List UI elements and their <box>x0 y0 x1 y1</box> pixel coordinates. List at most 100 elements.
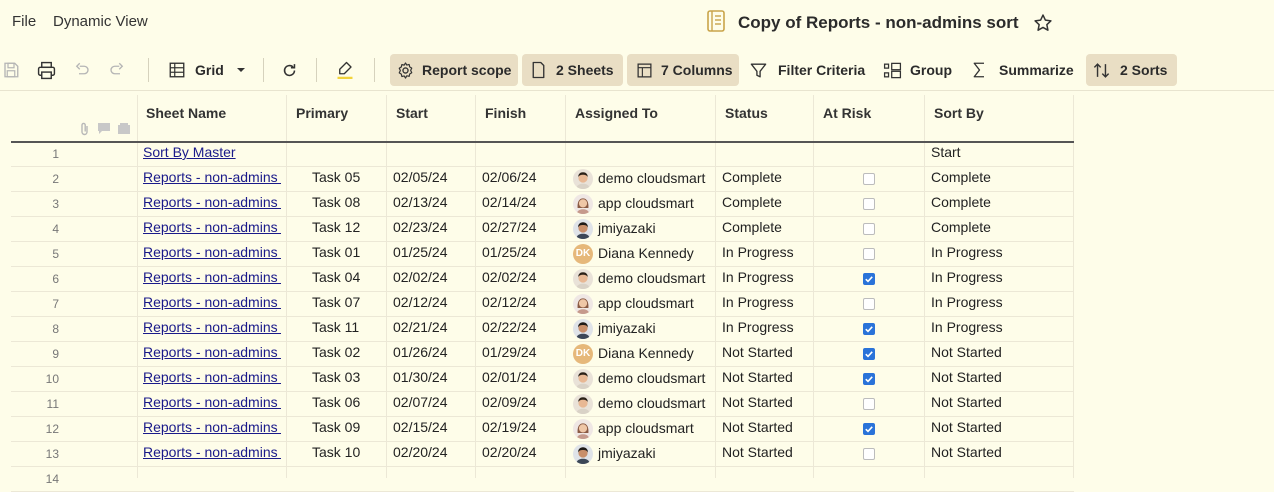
start-date-cell[interactable]: 02/15/24 <box>393 416 473 441</box>
sort-by-cell[interactable]: Not Started <box>931 391 1071 416</box>
finish-date-cell[interactable]: 02/02/24 <box>482 266 562 291</box>
sheet-name-link[interactable]: Reports - non-admins s <box>143 266 281 291</box>
start-date-cell[interactable]: 02/02/24 <box>393 266 473 291</box>
finish-date-cell[interactable]: 02/27/24 <box>482 216 562 241</box>
save-button[interactable] <box>2 54 22 86</box>
assigned-to-cell[interactable]: DK Diana Kennedy <box>573 341 723 366</box>
row-number[interactable]: 1 <box>11 141 59 166</box>
assigned-to-cell[interactable] <box>573 141 723 166</box>
start-date-cell[interactable]: 02/12/24 <box>393 291 473 316</box>
assigned-to-cell[interactable]: demo cloudsmart <box>573 391 723 416</box>
sorts-button[interactable]: 2 Sorts <box>1086 54 1177 86</box>
row-number[interactable]: 10 <box>11 366 59 391</box>
highlight-changes-button[interactable] <box>336 54 356 86</box>
sheet-name-link[interactable]: Reports - non-admins s <box>143 241 281 266</box>
favorite-star-icon[interactable] <box>1033 13 1053 33</box>
row-number[interactable]: 6 <box>11 266 59 291</box>
at-risk-cell[interactable] <box>861 191 877 216</box>
sort-by-cell[interactable]: Complete <box>931 166 1071 191</box>
header-status[interactable]: Status <box>725 105 768 121</box>
at-risk-cell[interactable] <box>861 316 877 341</box>
table-row[interactable]: 1 Sort By Master Start <box>11 141 1074 167</box>
at-risk-cell[interactable] <box>861 341 877 366</box>
finish-date-cell[interactable]: 02/01/24 <box>482 366 562 391</box>
primary-cell[interactable]: Task 04 <box>312 266 382 291</box>
assigned-to-cell[interactable]: jmiyazaki <box>573 316 723 341</box>
finish-date-cell[interactable] <box>482 466 562 491</box>
primary-cell[interactable]: Task 12 <box>312 216 382 241</box>
view-grid-dropdown[interactable]: Grid <box>168 54 248 86</box>
primary-cell[interactable] <box>312 466 382 491</box>
assigned-to-cell[interactable]: app cloudsmart <box>573 416 723 441</box>
at-risk-checkbox[interactable] <box>863 322 875 335</box>
redo-button[interactable] <box>108 54 128 86</box>
table-row[interactable]: 5 Reports - non-admins s Task 01 01/25/24 01… <box>11 241 1074 267</box>
primary-cell[interactable]: Task 06 <box>312 391 382 416</box>
row-number[interactable]: 7 <box>11 291 59 316</box>
refresh-button[interactable] <box>281 54 301 86</box>
header-sheet-name[interactable]: Sheet Name <box>146 105 226 121</box>
sort-by-cell[interactable]: Not Started <box>931 416 1071 441</box>
print-button[interactable] <box>37 54 57 86</box>
row-number[interactable]: 3 <box>11 191 59 216</box>
start-date-cell[interactable]: 02/05/24 <box>393 166 473 191</box>
row-number[interactable]: 8 <box>11 316 59 341</box>
group-button[interactable]: Group <box>883 54 953 86</box>
table-row[interactable]: 7 Reports - non-admins s Task 07 02/12/24 02… <box>11 291 1074 317</box>
start-date-cell[interactable] <box>393 141 473 166</box>
at-risk-checkbox[interactable] <box>863 197 875 210</box>
sheet-name-link[interactable] <box>143 466 281 491</box>
finish-date-cell[interactable]: 02/19/24 <box>482 416 562 441</box>
sheet-name-link[interactable]: Reports - non-admins s <box>143 341 281 366</box>
at-risk-checkbox[interactable] <box>863 247 875 260</box>
at-risk-cell[interactable] <box>861 291 877 316</box>
header-finish[interactable]: Finish <box>485 105 526 121</box>
table-row[interactable]: 10 Reports - non-admins s Task 03 01/30/24 0… <box>11 366 1074 392</box>
status-cell[interactable]: Not Started <box>722 416 817 441</box>
sort-by-cell[interactable]: In Progress <box>931 241 1071 266</box>
header-sort-by[interactable]: Sort By <box>934 105 984 121</box>
finish-date-cell[interactable]: 01/25/24 <box>482 241 562 266</box>
assigned-to-cell[interactable]: demo cloudsmart <box>573 366 723 391</box>
table-row[interactable]: 12 Reports - non-admins s Task 09 02/15/24 0… <box>11 416 1074 442</box>
sheet-name-link[interactable]: Reports - non-admins s <box>143 166 281 191</box>
sort-by-cell[interactable]: In Progress <box>931 266 1071 291</box>
summarize-button[interactable]: Summarize <box>971 54 1075 86</box>
assigned-to-cell[interactable] <box>573 466 723 491</box>
start-date-cell[interactable]: 01/26/24 <box>393 341 473 366</box>
status-cell[interactable]: Complete <box>722 191 817 216</box>
sort-by-cell[interactable]: Complete <box>931 216 1071 241</box>
assigned-to-cell[interactable]: app cloudsmart <box>573 191 723 216</box>
sheet-name-link[interactable]: Reports - non-admins s <box>143 366 281 391</box>
primary-cell[interactable]: Task 11 <box>312 316 382 341</box>
row-number[interactable]: 4 <box>11 216 59 241</box>
at-risk-cell[interactable] <box>861 241 877 266</box>
start-date-cell[interactable]: 02/23/24 <box>393 216 473 241</box>
finish-date-cell[interactable]: 02/12/24 <box>482 291 562 316</box>
finish-date-cell[interactable]: 02/09/24 <box>482 391 562 416</box>
table-row[interactable]: 2 Reports - non-admins s Task 05 02/05/24 02… <box>11 166 1074 192</box>
at-risk-cell[interactable] <box>861 441 877 466</box>
at-risk-cell[interactable] <box>861 266 877 291</box>
at-risk-checkbox[interactable] <box>863 272 875 285</box>
header-start[interactable]: Start <box>396 105 428 121</box>
sheet-name-link[interactable]: Reports - non-admins s <box>143 441 281 466</box>
table-row[interactable]: 3 Reports - non-admins s Task 08 02/13/24 02… <box>11 191 1074 217</box>
at-risk-cell[interactable] <box>861 166 877 191</box>
status-cell[interactable]: In Progress <box>722 316 817 341</box>
start-date-cell[interactable]: 02/21/24 <box>393 316 473 341</box>
header-assigned-to[interactable]: Assigned To <box>575 105 658 121</box>
table-row[interactable]: 11 Reports - non-admins s Task 06 02/07/24 0… <box>11 391 1074 417</box>
start-date-cell[interactable]: 02/07/24 <box>393 391 473 416</box>
header-at-risk[interactable]: At Risk <box>823 105 871 121</box>
finish-date-cell[interactable]: 02/14/24 <box>482 191 562 216</box>
status-cell[interactable]: Not Started <box>722 341 817 366</box>
sort-by-cell[interactable]: Not Started <box>931 441 1071 466</box>
finish-date-cell[interactable]: 01/29/24 <box>482 341 562 366</box>
status-cell[interactable]: Not Started <box>722 441 817 466</box>
at-risk-checkbox[interactable] <box>863 447 875 460</box>
sheet-name-link[interactable]: Sort By Master <box>143 141 281 166</box>
primary-cell[interactable]: Task 03 <box>312 366 382 391</box>
at-risk-checkbox[interactable] <box>863 222 875 235</box>
at-risk-checkbox[interactable] <box>863 172 875 185</box>
